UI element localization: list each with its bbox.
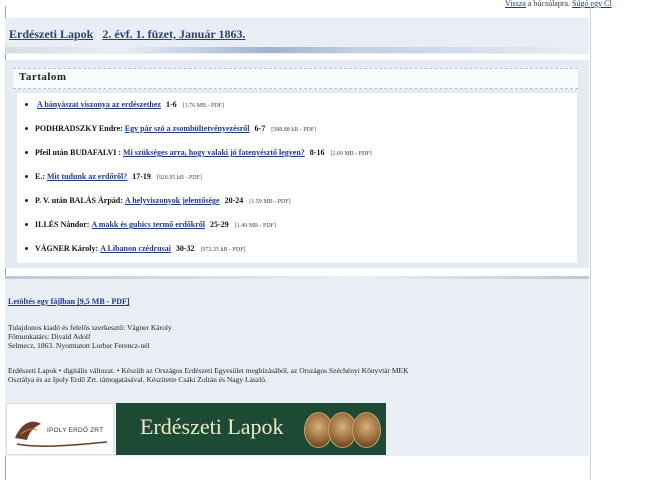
toc-author: E.: [35, 172, 45, 181]
toc-item: P. V. után BALÁS Árpád: A helyviszonyok … [17, 195, 291, 209]
download-all-link[interactable]: Letöltés egy fájlban [9,5 MB - PDF] [8, 297, 130, 306]
toc-item: A bányászat viszonya az erdészethez 1-6 [… [17, 99, 224, 113]
bullet-icon [25, 199, 28, 203]
toc-pages: 6-7 [254, 124, 266, 133]
toc-item: Pfeil után BUDAFALVI : Mi szükséges arra… [17, 147, 372, 161]
toc-author: PODHRADSZKY Endre: [35, 124, 123, 133]
toc-article-link[interactable]: Mi szükséges arra, hogy valaki jó fateny… [123, 148, 305, 157]
title-bar: Erdészeti Lapok 2. évf. 1. füzet, Január… [5, 18, 589, 54]
bullet-icon [25, 223, 28, 227]
erdeszeti-lapok-logo[interactable]: Erdészeti Lapok [116, 403, 386, 455]
toc-pages: 20-24 [224, 196, 244, 205]
toc-pages: 8-16 [309, 148, 325, 157]
title-stripe [5, 47, 589, 53]
toc-item: PODHRADSZKY Endre: Egy pár szó a zsombül… [17, 123, 316, 137]
toc-author: VÁGNER Károly: [35, 244, 99, 253]
bullet-icon [25, 247, 28, 251]
issue-link[interactable]: 2. évf. 1. füzet, Január 1863. [102, 27, 245, 41]
toc-article-link[interactable]: A Libanon czédrusai [100, 244, 171, 253]
bullet-icon [25, 151, 28, 155]
toc-article-link[interactable]: A helyviszonyok jelentősége [125, 196, 220, 205]
credits-line-2: Osztálya és az Ipoly Erdő Zrt. támogatás… [8, 375, 267, 384]
toc-pages: 30-32 [175, 244, 195, 253]
toc-item: ILLÉS Nándor: A makk és gubics termő erd… [17, 219, 276, 233]
toc-author: ILLÉS Nándor: [35, 220, 90, 229]
toc-pages: 1-6 [165, 100, 177, 109]
toc-pdf-size: [926.95 kB - PDF] [156, 175, 202, 181]
bullet-icon [25, 175, 28, 179]
coworker-line: Főmunkatárs: Divald Adolf [8, 332, 91, 341]
printed-line: Selmecz, 1863. Nyomtatott Lorber Ferencz… [8, 341, 150, 350]
toc-pdf-size: [1.49 MB - PDF] [234, 223, 277, 229]
ipoly-logo[interactable]: IPOLY ERDŐ ZRT [6, 403, 114, 455]
publisher-line: Tulajdonos kiadó és felelős szerkesztő: … [8, 323, 172, 332]
toc-pdf-size: [2.69 MB - PDF] [330, 151, 372, 157]
bullet-icon [25, 127, 28, 131]
toc-item: VÁGNER Károly: A Libanon czédrusai 30-32… [17, 243, 246, 257]
toc-pdf-size: [1.59 MB - PDF] [249, 199, 291, 205]
ipoly-logo-text: IPOLY ERDŐ ZRT [47, 427, 104, 434]
bullet-icon [25, 103, 28, 107]
toc-pages: 25-29 [210, 220, 229, 229]
toc-pages: 17-19 [132, 172, 151, 181]
section-separator [5, 276, 589, 279]
portrait-icon [352, 412, 381, 448]
toc-article-link[interactable]: Egy pár szó a zsombültetvényezésről [125, 124, 250, 133]
contents-heading: Tartalom [19, 71, 67, 83]
toc-item: E.: Mit tudunk az erdőről? 17-19 [926.95 … [17, 171, 202, 185]
el-logo-text: Erdészeti Lapok [140, 414, 284, 439]
toc-article-link[interactable]: A bányászat viszonya az erdészethez [37, 100, 161, 109]
toc-pdf-size: [1.76 MB - PDF] [182, 103, 224, 109]
toc-author: Pfeil után BUDAFALVI : [35, 148, 122, 157]
sponsor-logos: IPOLY ERDŐ ZRT Erdészeti Lapok [6, 403, 386, 455]
toc-article-link[interactable]: Mit tudunk az erdőről? [47, 172, 127, 181]
page-title: Erdészeti Lapok 2. évf. 1. füzet, Január… [9, 27, 245, 42]
credits-line-1: Erdészeti Lapok • digitális változat. • … [8, 366, 409, 375]
toc-article-link[interactable]: A makk és gubics termő erdőkről [91, 220, 205, 229]
journal-title-link[interactable]: Erdészeti Lapok [9, 27, 93, 41]
contents-heading-box: Tartalom [13, 68, 578, 89]
toc-author: P. V. után BALÁS Árpád: [35, 196, 123, 205]
toc-list: A bányászat viszonya az erdészethez 1-6 [… [17, 93, 577, 263]
toc-pdf-size: [588.88 kB - PDF] [271, 127, 317, 133]
toc-pdf-size: [972.35 kB - PDF] [200, 247, 246, 253]
